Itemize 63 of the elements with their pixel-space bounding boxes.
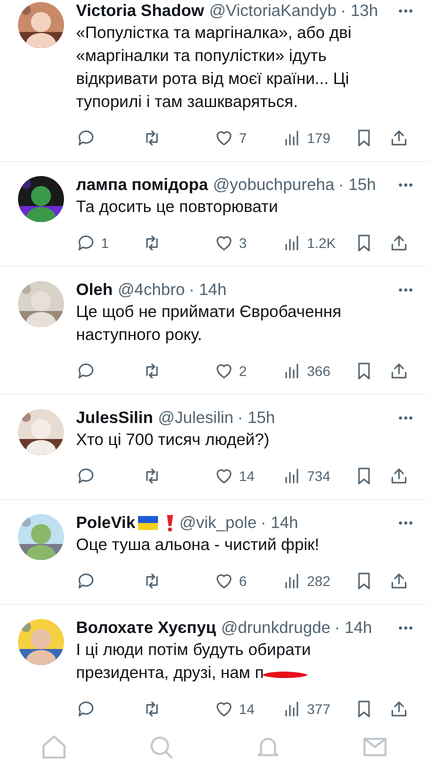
reply-icon[interactable]	[76, 466, 96, 486]
post-text: Хто ці 700 тисяч людей?)	[76, 430, 270, 451]
author-name[interactable]: Волохате Хуєпуц	[76, 618, 216, 638]
reply-icon[interactable]	[76, 233, 96, 253]
more-button[interactable]: •••	[398, 178, 414, 192]
reply-icon[interactable]	[76, 699, 96, 719]
post-time: · 13h	[340, 2, 378, 20]
more-button[interactable]: •••	[398, 411, 414, 425]
flag-icon	[138, 516, 158, 530]
like-icon[interactable]	[214, 361, 234, 381]
reply-count: 1	[101, 235, 109, 251]
more-button[interactable]: •••	[398, 283, 414, 297]
author-name[interactable]: Victoria Shadow	[76, 2, 204, 20]
view-count: 377	[307, 701, 330, 717]
like-icon[interactable]	[214, 699, 234, 719]
post-text: «Популістка та маргіналка», або дві «маргіналки та популістки» ідуть відкривати рота від моєї країни... Ці тупорилі і там зашкваряться.	[76, 23, 352, 113]
author-name[interactable]: Oleh	[76, 280, 113, 300]
like-count: 2	[239, 363, 247, 379]
like-icon[interactable]	[214, 128, 234, 148]
reply-icon[interactable]	[76, 571, 96, 591]
post-time: · 14h	[188, 280, 226, 300]
like-count: 6	[239, 573, 247, 589]
post-time: · 14h	[334, 618, 372, 638]
author-name[interactable]: JulesSilin	[76, 408, 154, 428]
like-count: 14	[239, 701, 255, 717]
author-handle[interactable]: @drunkdrugde	[221, 618, 330, 638]
view-count: 282	[307, 573, 330, 589]
post-time: · 15h	[338, 176, 376, 194]
author-handle[interactable]: @VictoriaKandyb	[209, 2, 336, 20]
share-icon[interactable]	[389, 128, 409, 148]
post-text: Та досить це повторювати	[76, 197, 279, 218]
like-icon[interactable]	[214, 466, 234, 486]
author-handle[interactable]: @Julesilin	[158, 408, 234, 428]
more-button[interactable]: •••	[398, 4, 414, 18]
like-icon[interactable]	[214, 571, 234, 591]
like-icon[interactable]	[214, 233, 234, 253]
author-handle[interactable]: @4chbro	[118, 280, 185, 300]
post-time: · 15h	[237, 408, 276, 428]
share-icon[interactable]	[389, 361, 409, 381]
share-icon[interactable]	[389, 233, 409, 253]
more-button[interactable]: •••	[398, 621, 414, 635]
view-count: 734	[307, 468, 330, 484]
post-text: І ці люди потім будуть обирати президента, друзі, нам п	[76, 640, 312, 684]
share-icon[interactable]	[389, 571, 409, 591]
like-count: 14	[239, 468, 255, 484]
exclamation-icon	[166, 514, 174, 532]
like-count: 7	[239, 130, 247, 146]
post-time: · 14h	[260, 514, 298, 532]
more-button[interactable]: •••	[398, 516, 414, 530]
reply-icon[interactable]	[76, 361, 96, 381]
view-count: 179	[307, 130, 330, 146]
author-handle[interactable]: @yobuchpureha	[213, 176, 334, 194]
author-name[interactable]: PoleVik	[76, 514, 136, 532]
view-count: 366	[307, 363, 330, 379]
reply-icon[interactable]	[76, 128, 96, 148]
post-text: Оце туша альона - чистий фрік!	[76, 535, 320, 556]
share-icon[interactable]	[389, 699, 409, 719]
author-handle[interactable]: @vik_pole	[179, 514, 257, 532]
share-icon[interactable]	[389, 466, 409, 486]
like-count: 3	[239, 235, 247, 251]
post-text: Це щоб не приймати Євробачення наступного року.	[76, 302, 342, 346]
view-count: 1.2K	[307, 235, 336, 251]
author-name[interactable]: лампа помідора	[76, 176, 208, 194]
